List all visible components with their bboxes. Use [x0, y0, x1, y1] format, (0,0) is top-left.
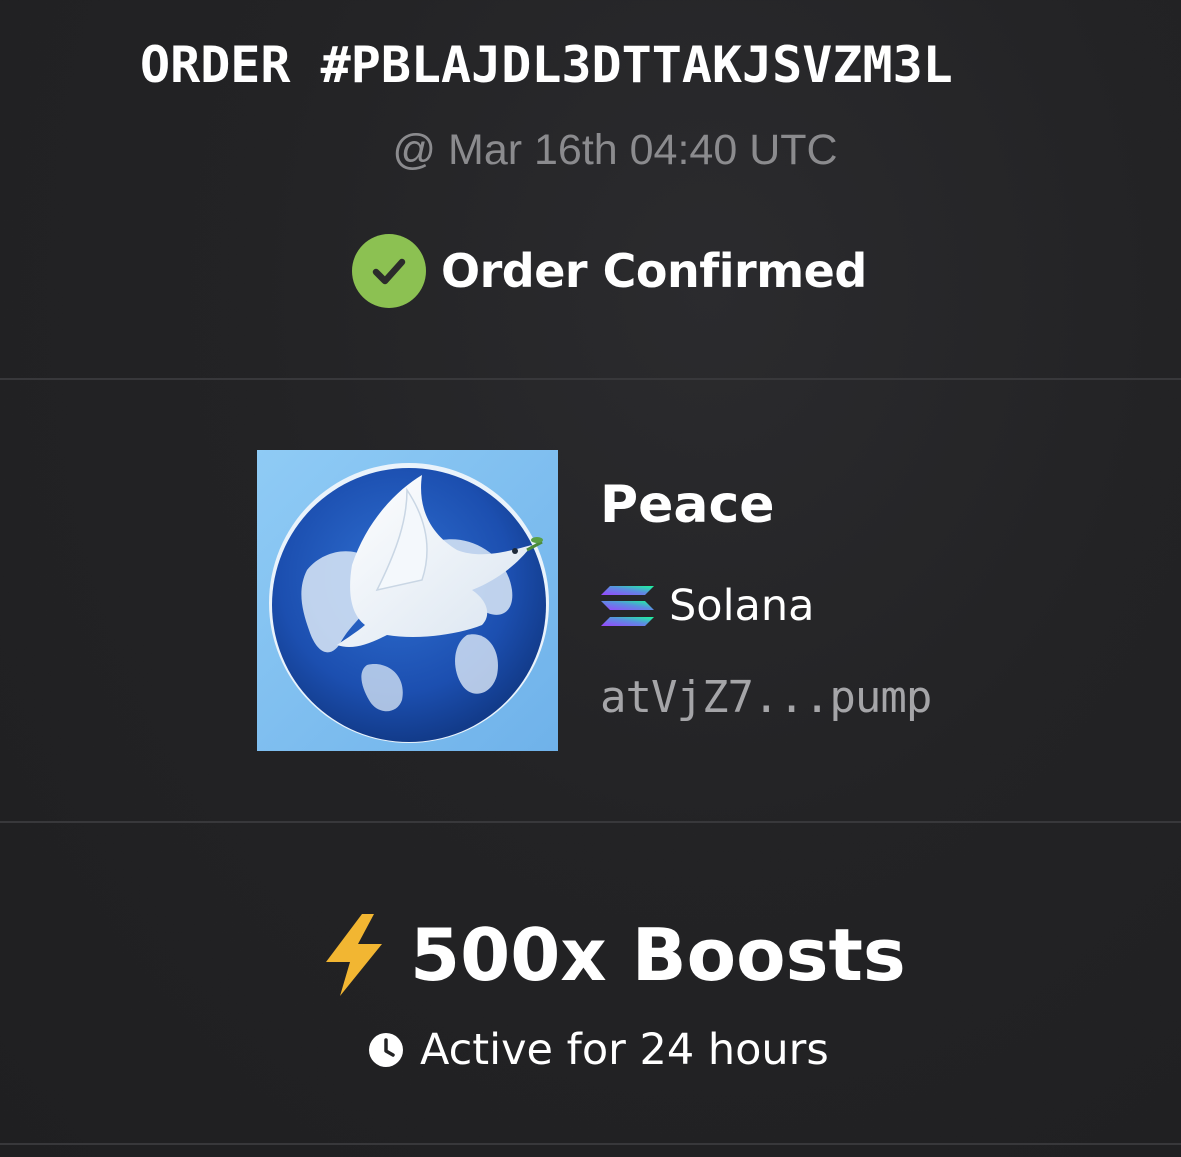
- token-logo: [257, 450, 558, 751]
- solana-icon: [600, 584, 655, 628]
- duration-label: Active for 24 hours: [420, 1025, 829, 1075]
- order-timestamp: @ Mar 16th 04:40 UTC: [392, 126, 838, 174]
- boost-label: 500x Boosts: [410, 913, 906, 997]
- clock-icon: [368, 1032, 404, 1068]
- boost-duration: Active for 24 hours: [368, 1022, 829, 1078]
- divider: [0, 821, 1181, 823]
- status-label: Order Confirmed: [441, 244, 867, 298]
- divider: [0, 378, 1181, 380]
- boost-info: 500x Boosts: [320, 910, 906, 1000]
- token-address[interactable]: atVjZ7...pump: [600, 672, 932, 723]
- order-header: ORDER #PBLAJDL3DTTAKJSVZM3L @ Mar 16th 0…: [0, 0, 1181, 380]
- divider: [0, 1143, 1181, 1145]
- check-circle-icon: [352, 234, 426, 308]
- order-title: ORDER #PBLAJDL3DTTAKJSVZM3L: [140, 36, 953, 94]
- chain-info: Solana: [600, 580, 815, 632]
- token-name: Peace: [600, 475, 775, 535]
- lightning-bolt-icon: [320, 912, 388, 998]
- chain-label: Solana: [669, 581, 815, 631]
- order-status: Order Confirmed: [352, 234, 867, 308]
